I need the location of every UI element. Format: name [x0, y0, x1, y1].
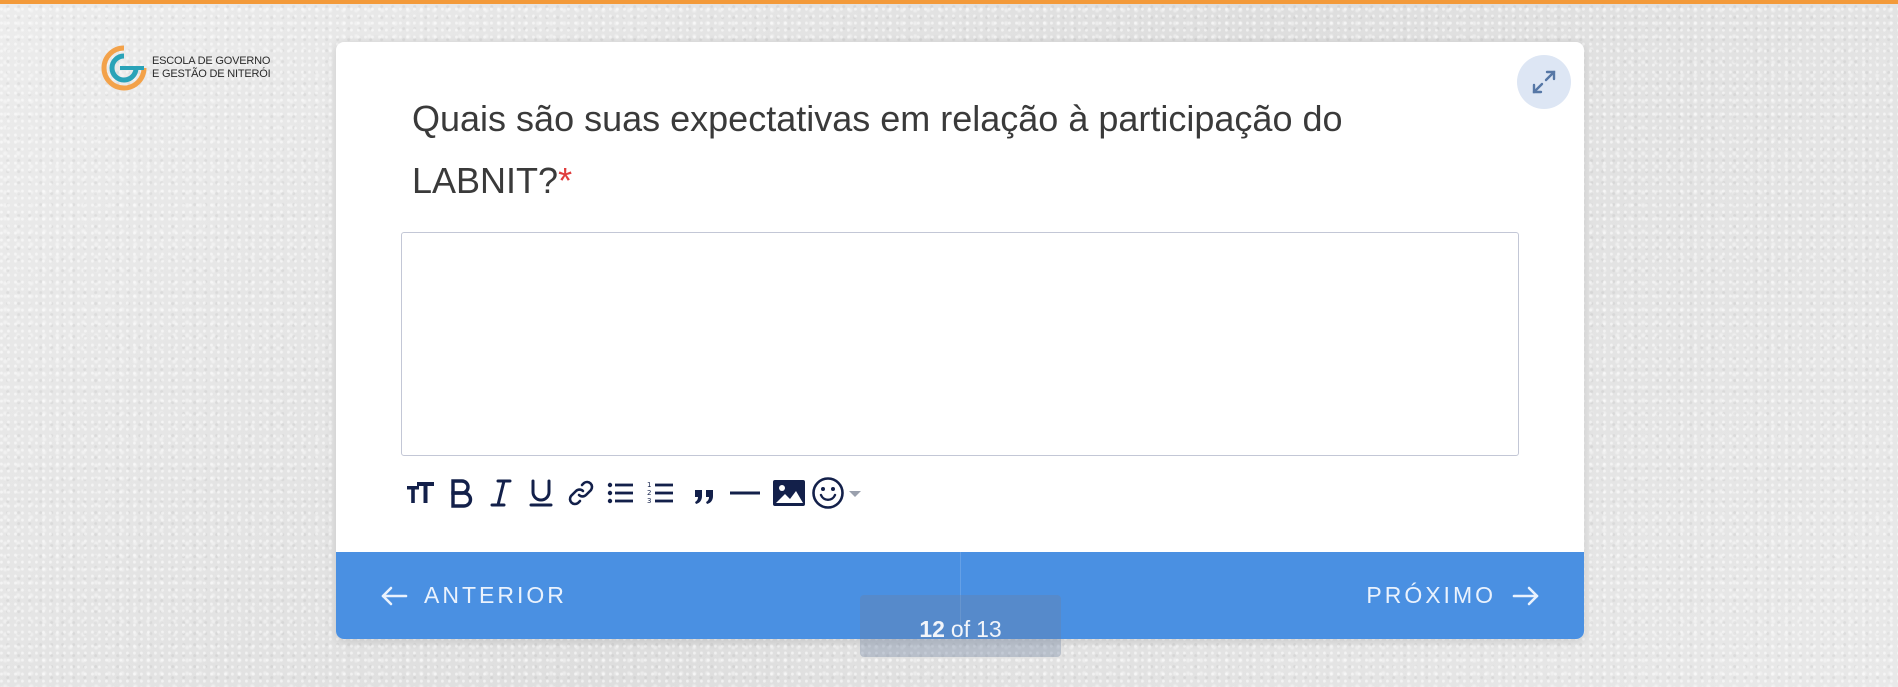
bold-button[interactable] [441, 473, 481, 513]
horizontal-rule-button[interactable] [725, 473, 765, 513]
image-button[interactable] [769, 473, 809, 513]
numbered-list-button[interactable]: 1 2 3 [641, 473, 681, 513]
next-label: PRÓXIMO [1366, 582, 1496, 608]
underline-icon [529, 479, 553, 507]
arrow-left-icon [381, 586, 408, 605]
quote-icon [695, 490, 713, 504]
bold-icon [451, 479, 473, 508]
arrow-right-icon [1512, 586, 1539, 605]
page-indicator: 12 of 13 [860, 595, 1061, 657]
logo: ESCOLA DE GOVERNO E GESTÃO DE NITERÓI [100, 44, 271, 92]
page-total: 13 [976, 615, 1002, 642]
svg-text:1: 1 [647, 481, 651, 489]
logo-line-1: ESCOLA DE GOVERNO [152, 55, 271, 67]
bullet-list-icon [607, 482, 633, 504]
emoji-button[interactable] [809, 473, 867, 513]
expand-button[interactable] [1517, 55, 1571, 109]
logo-mark-icon [101, 45, 147, 91]
link-button[interactable] [561, 473, 601, 513]
required-asterisk: * [558, 160, 573, 201]
horizontal-rule-icon [730, 491, 760, 495]
svg-text:3: 3 [647, 497, 651, 505]
underline-button[interactable] [521, 473, 561, 513]
top-progress-bar [0, 0, 1898, 4]
question-text: Quais são suas expectativas em relação à… [412, 98, 1343, 201]
emoji-icon [812, 477, 861, 509]
question-title: Quais são suas expectativas em relação à… [412, 88, 1412, 212]
previous-label: ANTERIOR [424, 582, 567, 608]
italic-button[interactable] [481, 473, 521, 513]
svg-text:2: 2 [647, 489, 651, 497]
text-size-button[interactable] [401, 473, 441, 513]
image-icon [773, 480, 805, 506]
text-size-icon [407, 482, 434, 503]
quote-button[interactable] [685, 473, 725, 513]
question-card: Quais são suas expectativas em relação à… [336, 42, 1584, 639]
logo-line-2: E GESTÃO DE NITERÓI [152, 68, 271, 80]
expand-icon [1532, 70, 1556, 94]
next-button[interactable]: PRÓXIMO [1366, 552, 1540, 639]
formatting-toolbar: 1 2 3 [401, 473, 867, 513]
italic-icon [490, 479, 512, 507]
page-current: 12 [919, 615, 945, 642]
bullet-list-button[interactable] [601, 473, 641, 513]
link-icon [568, 480, 594, 506]
numbered-list-icon: 1 2 3 [647, 481, 673, 505]
page-of: of [950, 615, 971, 642]
answer-textarea[interactable] [401, 232, 1519, 456]
previous-button[interactable]: ANTERIOR [380, 552, 567, 639]
